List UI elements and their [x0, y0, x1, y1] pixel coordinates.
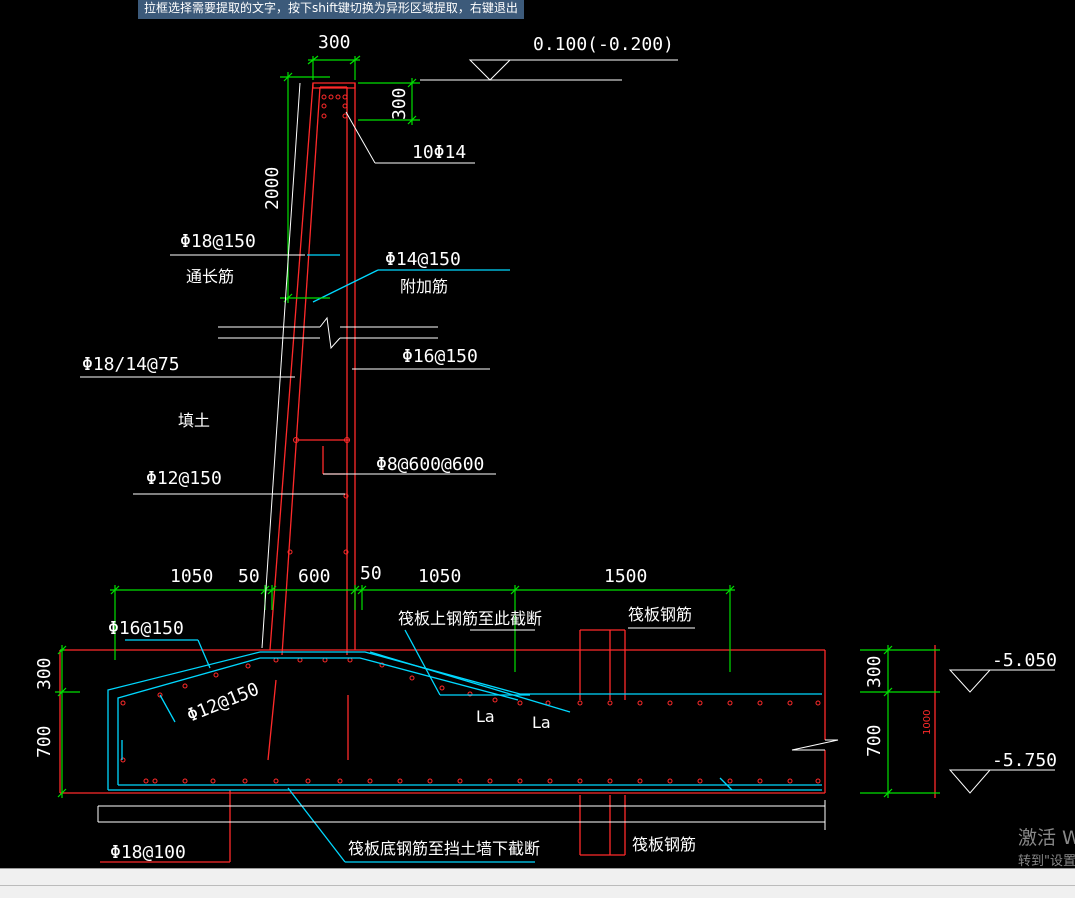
dim-700-left: 700 [34, 725, 55, 758]
rebar-d18-14-75: Φ18/14@75 [82, 354, 180, 375]
rebar-d18-150: Φ18@150 [180, 231, 256, 252]
elevation-5050: -5.050 [992, 650, 1057, 671]
dim-300-left: 300 [34, 657, 55, 690]
annotation-lines [80, 59, 1055, 830]
label-tiantu: 填土 [178, 411, 210, 430]
rebar-d18-100: Φ18@100 [110, 842, 186, 863]
status-separator [0, 885, 1075, 886]
dim-2000: 2000 [262, 167, 283, 210]
label-raft-rebar-bottom: 筏板钢筋 [632, 835, 696, 854]
rebar-dots [120, 94, 821, 784]
dim-700-right: 700 [864, 724, 885, 757]
rebar-d8-600: Φ8@600@600 [376, 454, 484, 475]
dim-300-right: 300 [864, 655, 885, 688]
status-bar [0, 868, 1075, 898]
dim-50-right: 50 [360, 563, 382, 584]
dim-300-vertical: 300 [389, 87, 410, 120]
dim-1500: 1500 [604, 566, 647, 587]
label-raft-rebar-top: 筏板钢筋 [628, 605, 692, 624]
rebar-d14-150: Φ14@150 [385, 249, 461, 270]
drawing-labels: 300 0.100(-0.200) 300 10Φ14 2000 Φ18@150… [34, 32, 1057, 863]
label-fujia: 附加筋 [400, 277, 448, 296]
label-tongchang: 通长筋 [186, 267, 234, 286]
dim-top-300: 300 [318, 32, 351, 53]
rebar-10d14: 10Φ14 [412, 142, 466, 163]
rebar-d16-150-right: Φ16@150 [402, 346, 478, 367]
label-raft-top-cut: 筏板上钢筋至此截断 [398, 609, 542, 628]
rebar-d12-150-wall: Φ12@150 [146, 468, 222, 489]
dim-1050-left: 1050 [170, 566, 213, 587]
dim-600: 600 [298, 566, 331, 587]
rebar-d16-150-left: Φ16@150 [108, 618, 184, 639]
label-la-1: La [476, 707, 495, 726]
dim-50-left: 50 [238, 566, 260, 587]
activation-watermark-line2: 转到"设置 [1018, 854, 1075, 869]
elevation-top: 0.100(-0.200) [533, 34, 674, 55]
drawing-svg[interactable]: 300 0.100(-0.200) 300 10Φ14 2000 Φ18@150… [0, 0, 1075, 868]
dim-1050-right: 1050 [418, 566, 461, 587]
label-raft-bottom-cut: 筏板底钢筋至挡土墙下截断 [348, 839, 540, 858]
dim-1000: 1000 [922, 710, 933, 735]
rebar-d12-150-slope: Φ12@150 [184, 679, 262, 727]
elevation-5750: -5.750 [992, 750, 1057, 771]
label-la-2: La [532, 713, 551, 732]
cad-canvas[interactable]: 拉框选择需要提取的文字，按下shift键切换为异形区域提取，右键退出 300 0… [0, 0, 1075, 898]
activation-watermark-line1: 激活 W [1018, 827, 1075, 849]
